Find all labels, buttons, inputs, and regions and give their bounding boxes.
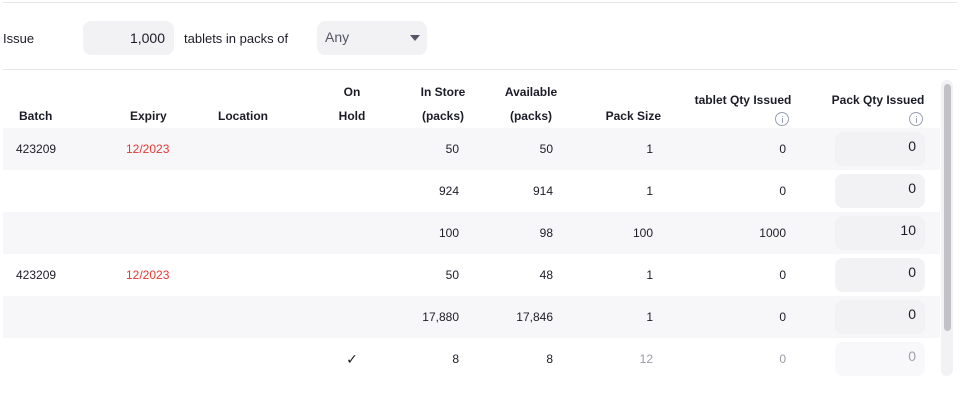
column-header-unit-qty-issued[interactable]: tablet Qty Issued bbox=[683, 88, 803, 112]
pack-size-cell: 1 bbox=[646, 268, 653, 282]
expiry-cell: 12/2023 bbox=[126, 268, 170, 282]
available-cell: 98 bbox=[539, 226, 553, 240]
unit-qty-cell: 0 bbox=[779, 268, 786, 282]
in-store-cell: 50 bbox=[445, 268, 459, 282]
unit-qty-cell: 0 bbox=[779, 310, 786, 324]
pack-qty-input[interactable] bbox=[835, 258, 925, 292]
pack-qty-input[interactable] bbox=[835, 342, 925, 376]
available-cell: 8 bbox=[546, 352, 553, 366]
column-header-expiry[interactable]: Expiry bbox=[130, 104, 167, 128]
pack-size-select[interactable]: Any bbox=[317, 21, 427, 55]
pack-qty-input[interactable] bbox=[835, 216, 925, 250]
top-divider bbox=[3, 2, 957, 3]
issue-label: Issue bbox=[3, 31, 35, 46]
unit-qty-cell: 1000 bbox=[759, 226, 786, 240]
available-cell: 48 bbox=[539, 268, 553, 282]
in-store-cell: 17,880 bbox=[422, 310, 459, 324]
info-icon[interactable] bbox=[909, 112, 923, 126]
table-row[interactable]: 17,880 17,846 1 0 bbox=[3, 296, 940, 338]
unit-qty-cell: 0 bbox=[779, 352, 786, 366]
scrollbar-thumb[interactable] bbox=[944, 84, 951, 331]
on-hold-cell bbox=[333, 170, 371, 212]
in-store-cell: 924 bbox=[438, 184, 459, 198]
unit-qty-cell: 0 bbox=[779, 184, 786, 198]
batch-cell: 423209 bbox=[16, 268, 57, 282]
packs-label: tablets in packs of bbox=[184, 31, 289, 46]
expiry-cell: 12/2023 bbox=[126, 142, 170, 156]
table-row[interactable]: 423209 12/2023 50 50 1 0 bbox=[3, 128, 940, 170]
table-row[interactable]: 924 914 1 0 bbox=[3, 170, 940, 212]
column-header-batch[interactable]: Batch bbox=[19, 104, 52, 128]
table-row[interactable]: ✓ 8 8 12 0 bbox=[3, 338, 940, 380]
table-row[interactable]: 100 98 100 1000 bbox=[3, 212, 940, 254]
on-hold-cell bbox=[333, 254, 371, 296]
on-hold-cell bbox=[333, 296, 371, 338]
available-cell: 50 bbox=[539, 142, 553, 156]
column-header-pack-size[interactable]: Pack Size bbox=[593, 104, 661, 128]
column-header-in-store[interactable]: In Store (packs) bbox=[408, 80, 478, 128]
on-hold-cell bbox=[333, 212, 371, 254]
on-hold-cell bbox=[333, 128, 371, 170]
batch-cell: 423209 bbox=[16, 142, 57, 156]
batch-table: Batch Expiry Location On Hold In Store (pa… bbox=[3, 80, 940, 380]
in-store-cell: 50 bbox=[445, 142, 459, 156]
on-hold-check-icon: ✓ bbox=[346, 351, 358, 367]
table-body: 423209 12/2023 50 50 1 0 924 914 1 0 bbox=[3, 128, 940, 380]
section-divider bbox=[3, 69, 957, 70]
pack-qty-input[interactable] bbox=[835, 300, 925, 334]
pack-size-cell: 100 bbox=[632, 226, 653, 240]
pack-size-cell: 1 bbox=[646, 184, 653, 198]
issue-quantity-input[interactable] bbox=[83, 21, 174, 55]
in-store-cell: 8 bbox=[452, 352, 459, 366]
unit-qty-cell: 0 bbox=[779, 142, 786, 156]
info-icon[interactable] bbox=[775, 112, 789, 126]
available-cell: 17,846 bbox=[516, 310, 553, 324]
column-header-on-hold[interactable]: On Hold bbox=[333, 80, 371, 128]
table-header: Batch Expiry Location On Hold In Store (pa… bbox=[3, 80, 940, 128]
available-cell: 914 bbox=[532, 184, 553, 198]
issue-bar: Issue tablets in packs of Any bbox=[0, 21, 960, 55]
column-header-available[interactable]: Available (packs) bbox=[495, 80, 567, 128]
pack-size-select-value: Any bbox=[325, 29, 350, 45]
pack-size-cell: 1 bbox=[646, 142, 653, 156]
table-row[interactable]: 423209 12/2023 50 48 1 0 bbox=[3, 254, 940, 296]
pack-size-cell: 12 bbox=[639, 352, 653, 366]
pack-qty-input[interactable] bbox=[835, 174, 925, 208]
pack-size-cell: 1 bbox=[646, 310, 653, 324]
pack-qty-input[interactable] bbox=[835, 132, 925, 166]
in-store-cell: 100 bbox=[438, 226, 459, 240]
column-header-pack-qty-issued[interactable]: Pack Qty Issued bbox=[823, 88, 933, 112]
chevron-down-icon bbox=[410, 35, 420, 41]
column-header-location[interactable]: Location bbox=[218, 104, 268, 128]
